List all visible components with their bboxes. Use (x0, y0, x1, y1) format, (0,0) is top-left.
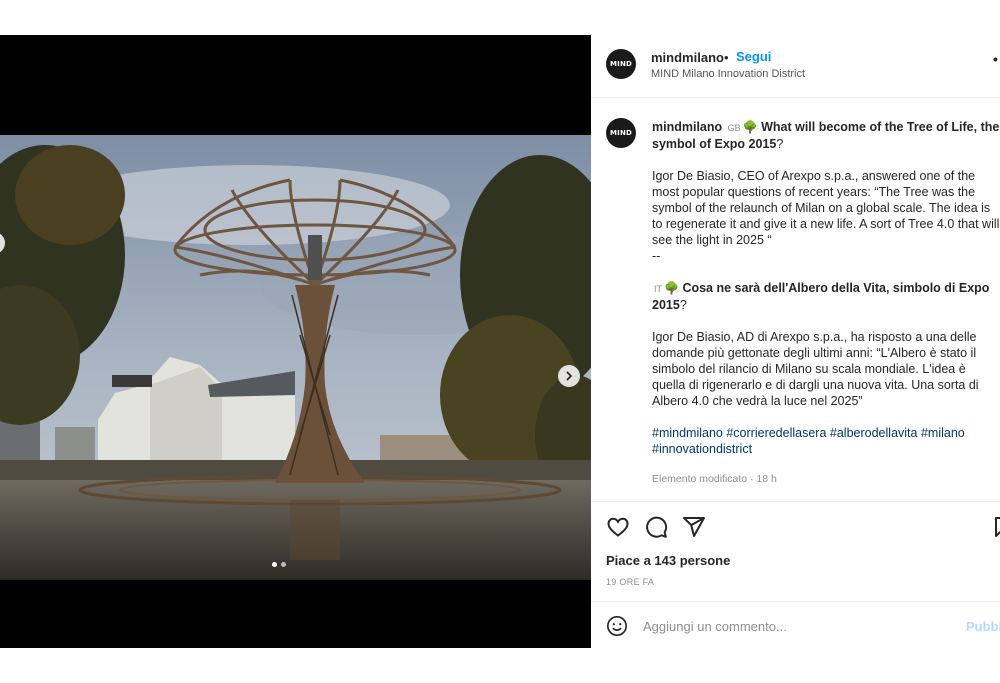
location-link[interactable]: MIND Milano Innovation District (651, 68, 805, 80)
caption-divider: -- (652, 249, 661, 263)
hashtag-list: #mindmilano #corrieredellasera #alberode… (652, 425, 1000, 457)
caption-avatar[interactable]: MIND (606, 118, 636, 148)
comment-icon[interactable] (644, 515, 668, 539)
post-time: 19 ORE FA (606, 577, 655, 587)
caption-avatar-logo-text: MIND (609, 129, 633, 137)
hashtag-link[interactable]: #innovationdistrict (652, 442, 752, 456)
caption-username[interactable]: mindmilano (652, 120, 722, 134)
comment-input[interactable] (643, 617, 943, 635)
flag-it: IT (654, 284, 662, 294)
smiley-icon[interactable] (606, 615, 628, 637)
carousel-dots (272, 562, 286, 567)
carousel-dot (281, 562, 286, 567)
share-icon[interactable] (682, 515, 706, 539)
publish-button[interactable]: Pubblica (966, 619, 1000, 634)
edited-label: Elemento modificato · 18 h (652, 473, 777, 485)
flag-gb: GB (727, 123, 741, 133)
caption-title-it-end: ? (679, 298, 687, 312)
caption: mindmilano GB 🌳 What will become of the T… (652, 119, 1000, 487)
caption-body-en: Igor De Biasio, CEO of Arexpo s.p.a., an… (652, 169, 1000, 247)
caption-title-it: Cosa ne sarà dell'Albero della Vita, sim… (652, 281, 990, 312)
header-divider (591, 97, 1000, 98)
chevron-left-icon (0, 238, 1, 248)
likes-count[interactable]: Piace a 143 persone (606, 553, 730, 568)
chevron-right-icon (566, 371, 573, 381)
hashtag-link[interactable]: #mindmilano (652, 426, 723, 440)
hashtag-link[interactable]: #milano (921, 426, 965, 440)
action-bar (606, 515, 706, 539)
tree-emoji-icon: 🌳 (664, 281, 679, 295)
follow-button[interactable]: Segui (736, 49, 771, 64)
caption-body-it: Igor De Biasio, AD di Arexpo s.p.a., ha … (652, 330, 979, 408)
avatar-logo-text: MIND (609, 60, 633, 68)
hashtag-link[interactable]: #corrieredellasera (726, 426, 826, 440)
header-separator: • (724, 50, 729, 65)
avatar[interactable]: MIND (606, 49, 636, 79)
tree-emoji-icon: 🌳 (742, 120, 758, 134)
bookmark-icon[interactable] (991, 515, 1000, 539)
heart-icon[interactable] (606, 515, 630, 539)
caption-title-en-end: ? (776, 137, 784, 151)
carousel-dot-active (272, 562, 277, 567)
post-panel: MIND mindmilano • Segui MIND Milano Inno… (591, 35, 1000, 648)
hashtag-link[interactable]: #alberodellavita (830, 426, 918, 440)
more-options-button[interactable]: • (993, 51, 998, 67)
comment-divider (591, 601, 1000, 602)
actions-divider (591, 501, 1000, 502)
header-username[interactable]: mindmilano (651, 50, 724, 65)
post-media[interactable] (0, 35, 591, 648)
post-photo (0, 135, 591, 580)
next-arrow-button[interactable] (558, 365, 580, 387)
